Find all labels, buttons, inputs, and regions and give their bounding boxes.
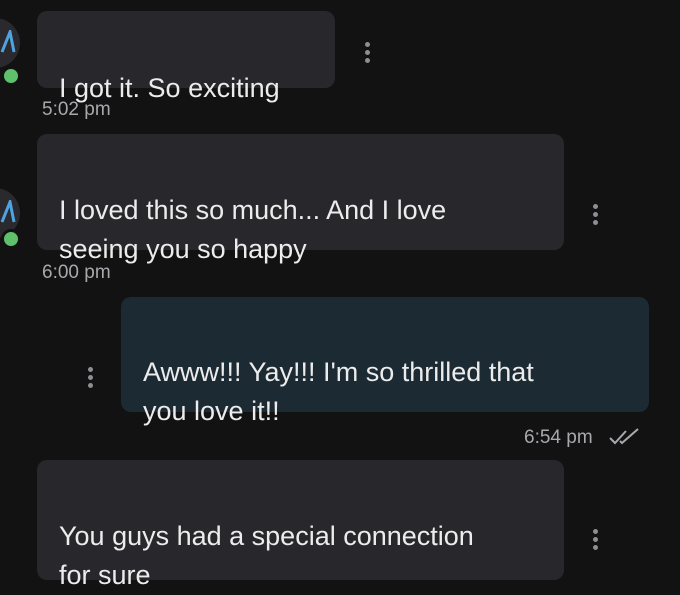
- avatar-icon: [0, 200, 16, 223]
- message-bubble[interactable]: I loved this so much... And I love seein…: [37, 134, 564, 264]
- message-text: You guys had a special connection for su…: [59, 521, 474, 590]
- avatar-icon: [0, 30, 16, 53]
- more-vertical-icon[interactable]: [87, 367, 93, 391]
- sender-avatar[interactable]: [0, 18, 20, 68]
- more-vertical-icon[interactable]: [592, 204, 598, 228]
- message-timestamp: 6:00 pm: [42, 262, 111, 283]
- online-status-dot: [1, 66, 21, 86]
- message-timestamp: 5:02 pm: [42, 99, 111, 120]
- online-status-dot: [1, 229, 21, 249]
- message-bubble[interactable]: You guys had a special connection for su…: [37, 460, 564, 590]
- message-text: Awww!!! Yay!!! I'm so thrilled that you …: [143, 357, 534, 426]
- more-vertical-icon[interactable]: [364, 42, 370, 66]
- message-text: I loved this so much... And I love seein…: [59, 195, 447, 264]
- message-bubble[interactable]: I got it. So exciting: [37, 11, 335, 103]
- message-timestamp: 6:54 pm: [524, 427, 593, 448]
- double-check-icon: [609, 428, 639, 445]
- message-bubble[interactable]: Awww!!! Yay!!! I'm so thrilled that you …: [121, 297, 649, 426]
- more-vertical-icon[interactable]: [592, 529, 598, 553]
